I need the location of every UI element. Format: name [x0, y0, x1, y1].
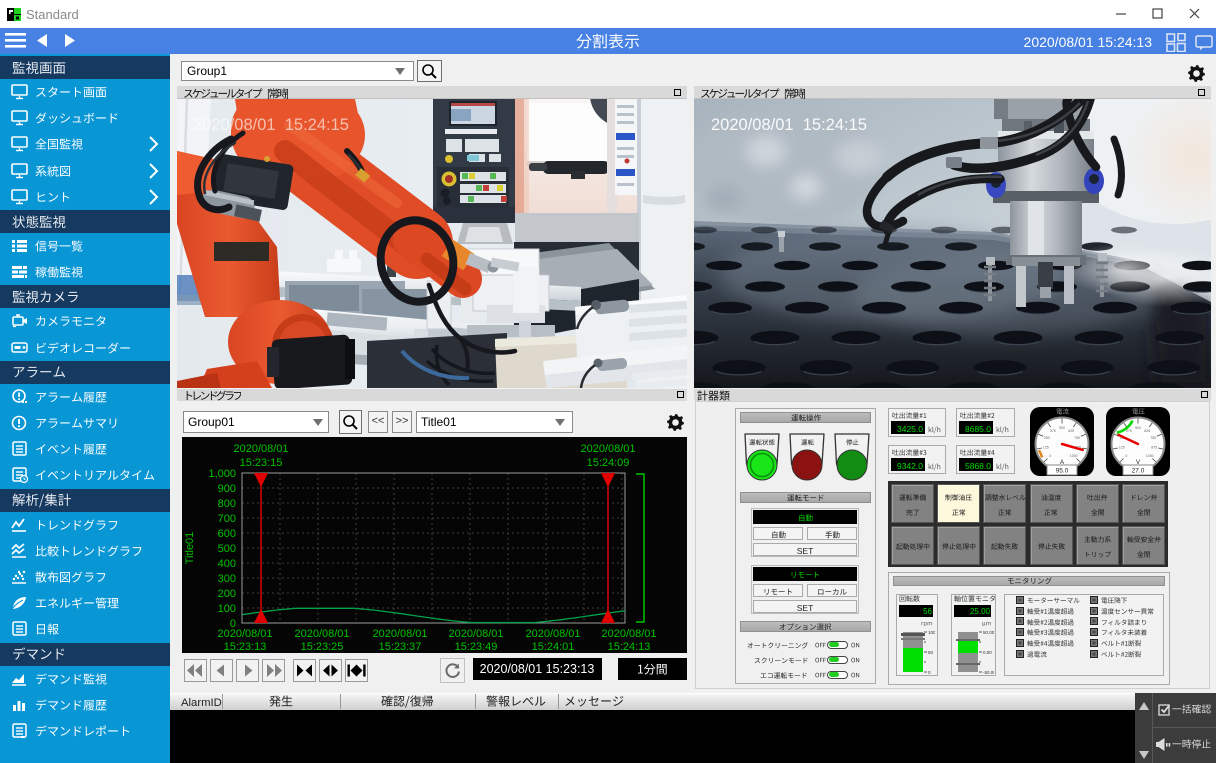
svg-text:250: 250: [1044, 436, 1050, 440]
svg-text:1,000: 1,000: [208, 468, 236, 480]
svg-text:875: 875: [1151, 446, 1157, 450]
svg-text:15:23:25: 15:23:25: [301, 641, 344, 653]
svg-text:15:24:13: 15:24:13: [608, 641, 651, 653]
svg-text:1000: 1000: [1070, 454, 1078, 458]
svg-text:375: 375: [1050, 429, 1056, 433]
svg-text:15:24:09: 15:24:09: [587, 457, 630, 469]
svg-text:400: 400: [218, 558, 236, 570]
svg-text:750: 750: [1150, 436, 1156, 440]
svg-text:0: 0: [1125, 454, 1127, 458]
svg-text:500: 500: [1059, 426, 1065, 430]
svg-text:2020/08/01: 2020/08/01: [217, 628, 272, 640]
svg-text:2020/08/01: 2020/08/01: [525, 628, 580, 640]
svg-text:900: 900: [218, 483, 236, 495]
svg-text:2020/08/01: 2020/08/01: [601, 628, 656, 640]
svg-text:200: 200: [218, 588, 236, 600]
svg-text:50: 50: [928, 650, 934, 655]
svg-text:300: 300: [218, 573, 236, 585]
svg-text:15:23:37: 15:23:37: [379, 641, 422, 653]
svg-text:2020/08/01 15:24:15: 2020/08/01 15:24:15: [711, 116, 867, 134]
svg-text:2020/08/01 15:24:15: 2020/08/01 15:24:15: [193, 116, 349, 134]
svg-text:0: 0: [1049, 454, 1051, 458]
svg-text:700: 700: [218, 513, 236, 525]
svg-text:0.00: 0.00: [983, 650, 992, 655]
svg-text:15:23:13: 15:23:13: [224, 641, 267, 653]
svg-text:2020/08/01: 2020/08/01: [372, 628, 427, 640]
svg-text:1000: 1000: [1146, 454, 1154, 458]
svg-text:15:23:49: 15:23:49: [455, 641, 498, 653]
svg-text:625: 625: [1144, 429, 1150, 433]
svg-text:500: 500: [1135, 426, 1141, 430]
svg-text:500: 500: [218, 543, 236, 555]
svg-text:15:24:01: 15:24:01: [532, 641, 575, 653]
svg-text:-50.00: -50.00: [983, 670, 994, 674]
svg-text:125: 125: [1119, 446, 1125, 450]
svg-text:600: 600: [218, 528, 236, 540]
svg-text:100: 100: [218, 603, 236, 615]
svg-text:100: 100: [928, 630, 935, 635]
svg-text:125: 125: [1043, 446, 1049, 450]
svg-text:Title01: Title01: [184, 532, 196, 565]
svg-text:2020/08/01: 2020/08/01: [233, 443, 288, 455]
svg-text:625: 625: [1068, 429, 1074, 433]
svg-text:95.0: 95.0: [1056, 468, 1069, 475]
svg-text:0: 0: [928, 670, 931, 674]
svg-text:750: 750: [1074, 436, 1080, 440]
svg-text:50.00: 50.00: [983, 630, 994, 635]
svg-text:15:23:15: 15:23:15: [240, 457, 283, 469]
svg-text:2020/08/01: 2020/08/01: [294, 628, 349, 640]
svg-text:27.0: 27.0: [1132, 468, 1145, 475]
svg-text:800: 800: [218, 498, 236, 510]
svg-text:2020/08/01: 2020/08/01: [580, 443, 635, 455]
svg-text:2020/08/01: 2020/08/01: [448, 628, 503, 640]
